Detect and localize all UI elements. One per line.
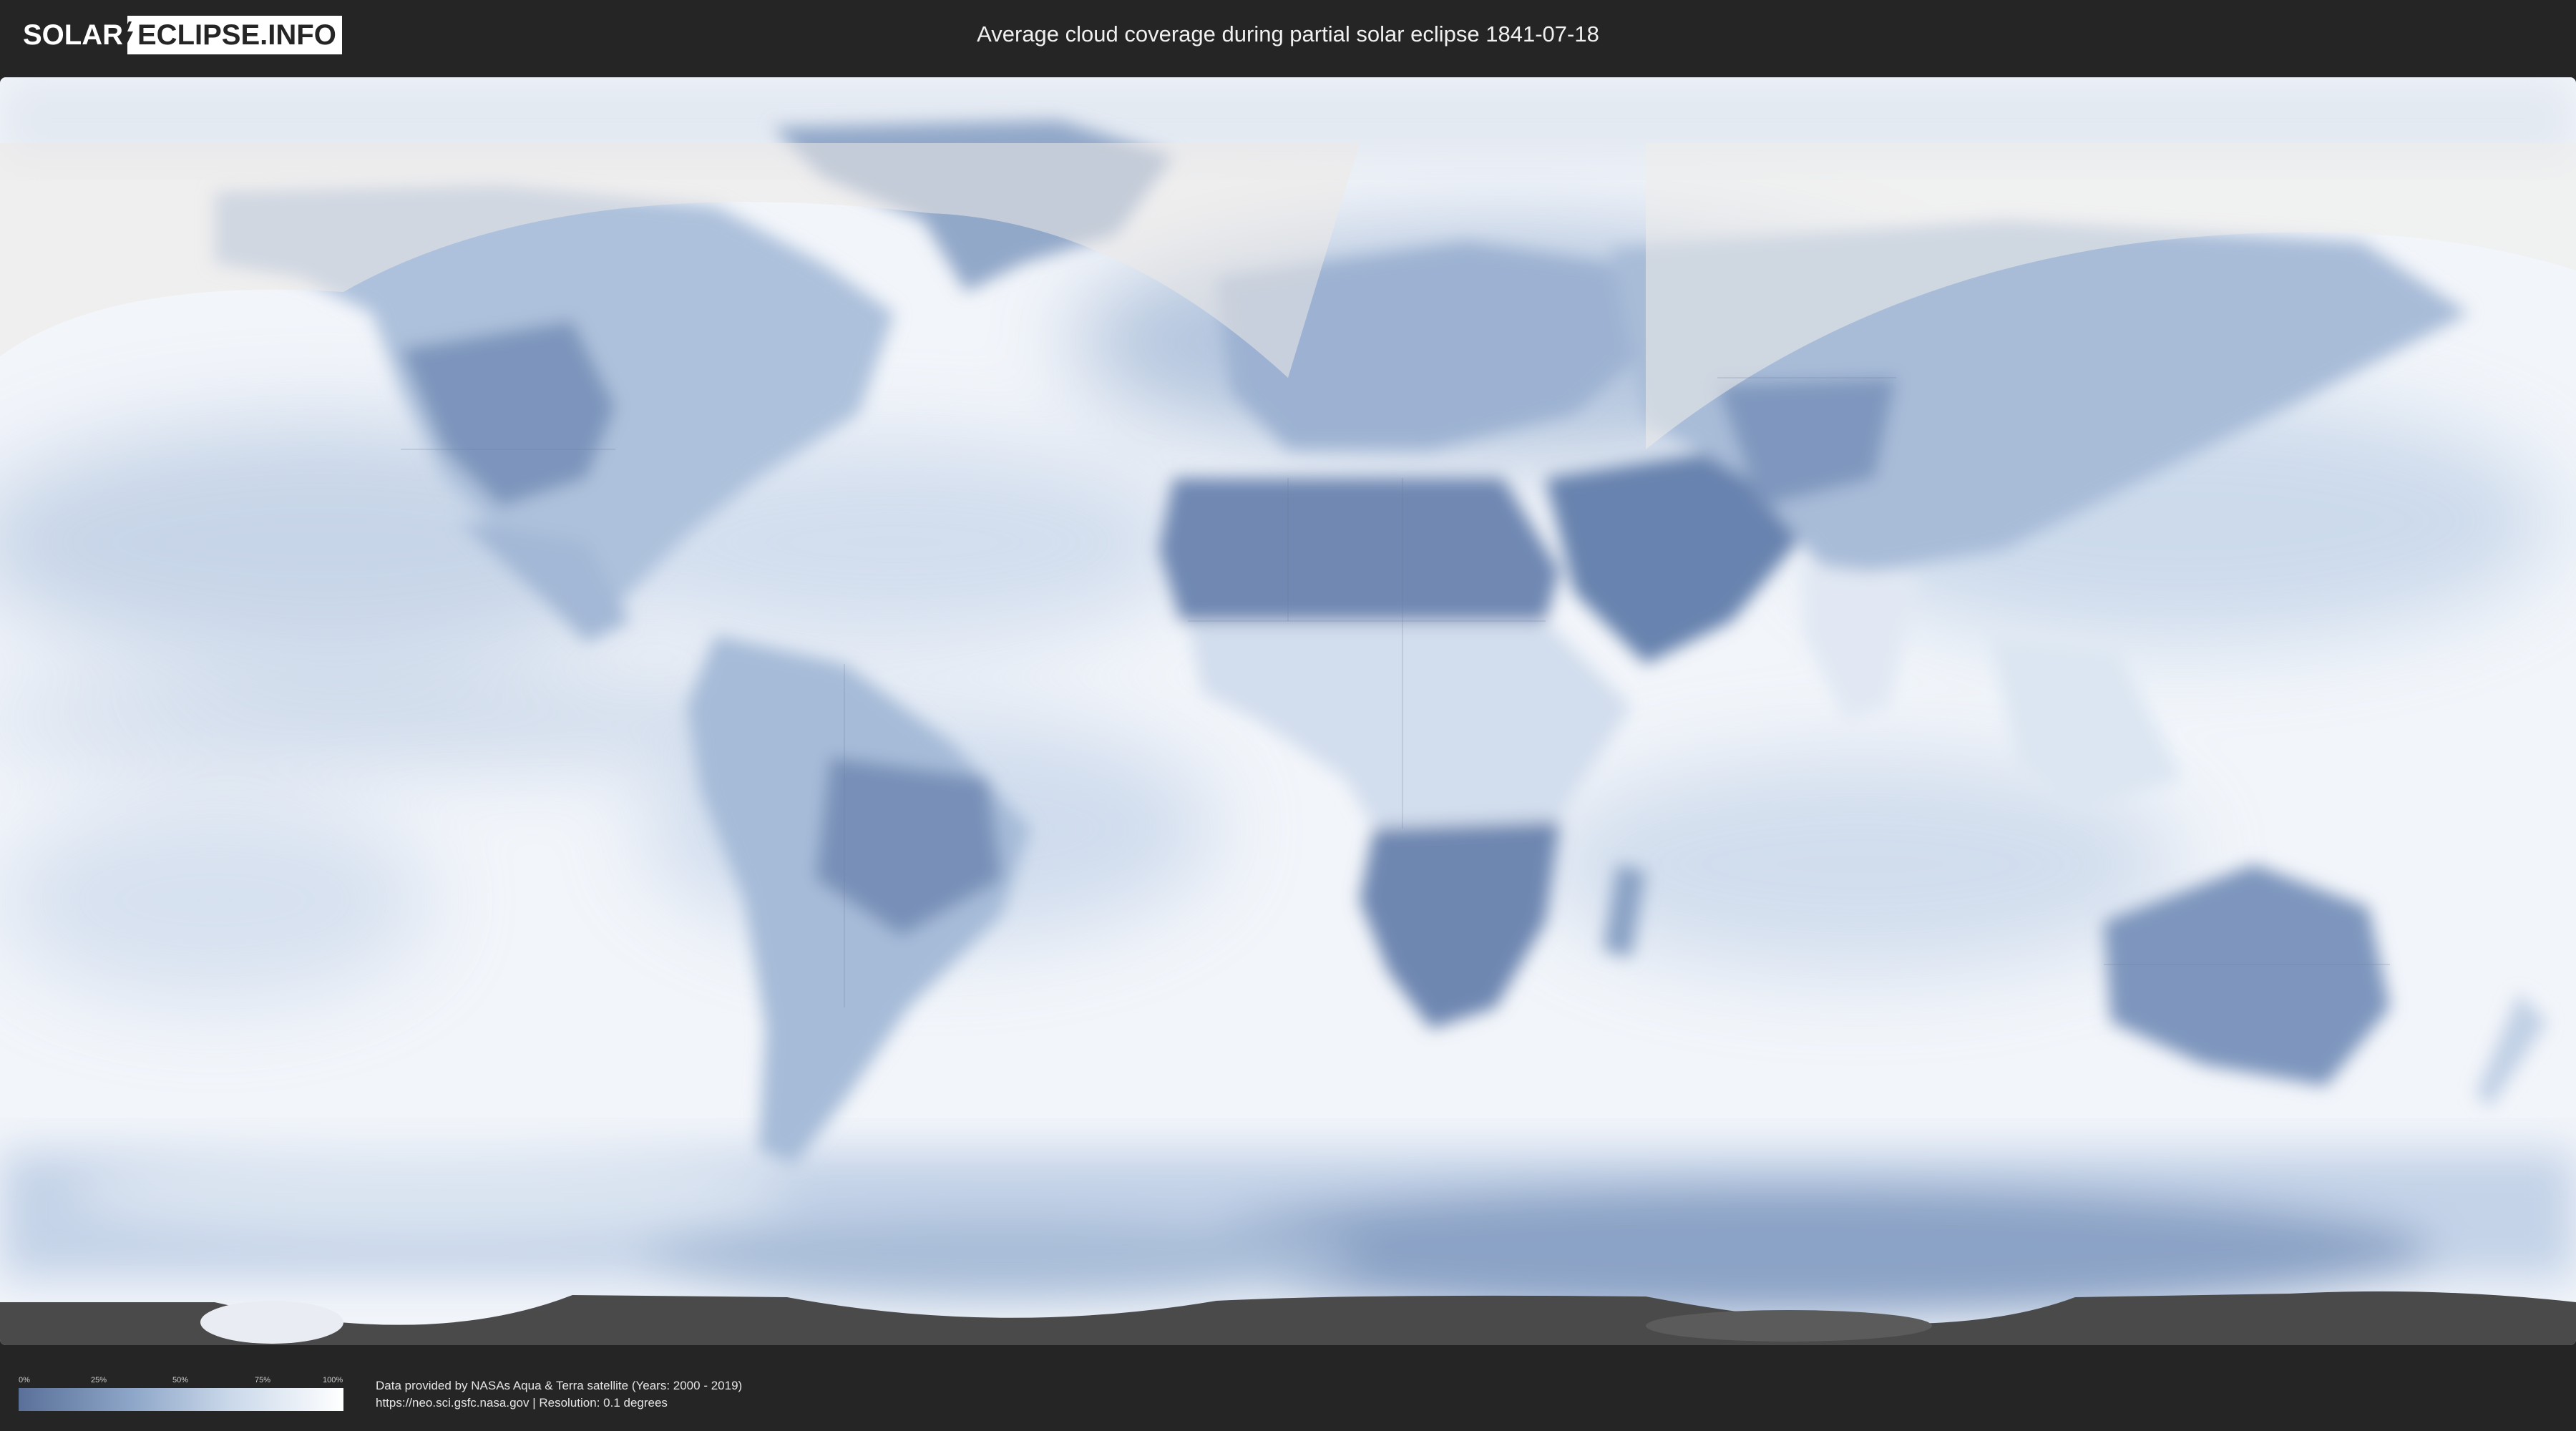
data-credit-text: Data provided by NASAs Aqua & Terra sate…: [376, 1379, 743, 1392]
cloud-coverage-legend: 0% 25% 50% 75% 100%: [19, 1375, 343, 1412]
legend-color-gradient: [19, 1388, 343, 1411]
world-map-graphic: [0, 77, 2576, 1345]
africa-north: [1159, 478, 1560, 621]
page-title: Average cloud coverage during partial so…: [977, 21, 1599, 47]
legend-tick-25: 25%: [91, 1376, 107, 1384]
legend-tick-100: 100%: [323, 1376, 343, 1384]
cloud-coverage-map[interactable]: [0, 77, 2576, 1345]
legend-tick-50: 50%: [172, 1376, 189, 1384]
header-bar: SOLAR ECLIPSE.INFO Average cloud coverag…: [0, 0, 2576, 72]
legend-tick-0: 0%: [19, 1376, 30, 1384]
legend-tick-75: 75%: [255, 1376, 271, 1384]
data-source-link[interactable]: https://neo.sci.gsfc.nasa.gov | Resoluti…: [376, 1395, 668, 1411]
